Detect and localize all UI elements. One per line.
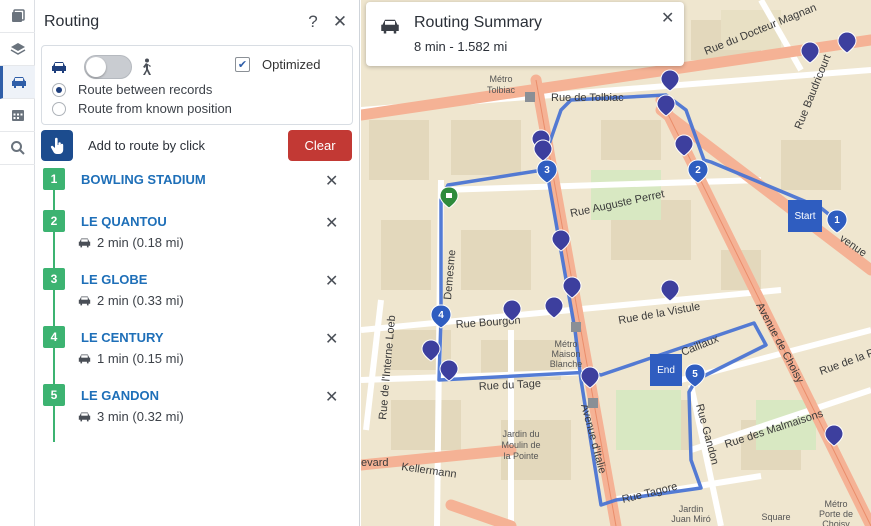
stop-leg-info: 2 min (0.33 mi)	[77, 293, 184, 308]
stop-name-link[interactable]: LE GANDON	[81, 388, 159, 403]
summary-close-icon[interactable]: ✕	[661, 8, 674, 28]
stop-connector	[53, 232, 55, 268]
map-svg[interactable]: Rue de Tolbiac Rue Auguste Perret Rue Bo…	[361, 0, 871, 526]
stop-leg-text: 3 min (0.32 mi)	[97, 409, 184, 424]
stop-name-link[interactable]: LE GLOBE	[81, 272, 147, 287]
toolbar-search-button[interactable]	[0, 132, 35, 165]
stop-connector	[53, 190, 55, 210]
stop-number: 1	[43, 168, 65, 190]
stop-leg-text: 2 min (0.33 mi)	[97, 293, 184, 308]
stop-leg-text: 1 min (0.15 mi)	[97, 351, 184, 366]
stop-leg-info: 2 min (0.18 mi)	[77, 235, 184, 250]
remove-stop-icon[interactable]: ✕	[325, 171, 338, 191]
svg-text:2: 2	[695, 165, 701, 176]
toolbar-layers-button[interactable]	[0, 33, 35, 66]
optimized-checkbox[interactable]: ✔	[235, 57, 250, 72]
stop-connector	[53, 406, 55, 442]
stop-number: 4	[43, 326, 65, 348]
panel-title: Routing	[44, 13, 100, 30]
map-canvas[interactable]: Rue de Tolbiac Rue Auguste Perret Rue Bo…	[361, 0, 871, 526]
end-badge[interactable]: End	[650, 354, 682, 386]
stop-connector	[53, 348, 55, 384]
routing-panel: Routing ? ✕ ✔ Optimized Route between re…	[35, 0, 360, 526]
stop-leg-text: 2 min (0.18 mi)	[97, 235, 184, 250]
close-panel-icon[interactable]: ✕	[330, 12, 350, 32]
help-icon[interactable]: ?	[303, 12, 323, 32]
layers-stack-icon	[11, 9, 25, 22]
toggle-knob	[86, 57, 106, 77]
optimized-label: Optimized	[262, 57, 321, 72]
metro-icon	[571, 322, 581, 332]
car-icon	[78, 412, 91, 422]
car-mode-icon[interactable]	[50, 59, 68, 75]
car-icon	[78, 296, 91, 306]
routing-options: ✔ Optimized Route between records Route …	[41, 45, 353, 125]
remove-stop-icon[interactable]: ✕	[325, 329, 338, 349]
route-stop: 1 BOWLING STADIUM ✕	[35, 168, 360, 210]
add-by-click-button[interactable]	[41, 130, 73, 161]
toolbar-routing-button[interactable]	[0, 66, 35, 99]
metro-icon	[525, 92, 535, 102]
route-stop: 3 LE GLOBE 2 min (0.33 mi) ✕	[35, 268, 360, 326]
car-icon	[78, 238, 91, 248]
route-known-option[interactable]: Route from known position	[52, 101, 232, 116]
route-stop: 5 LE GANDON 3 min (0.32 mi) ✕	[35, 384, 360, 442]
route-stops-list: 1 BOWLING STADIUM ✕ 2 LE QUANTOU 2 min (…	[35, 168, 360, 442]
stop-name-link[interactable]: LE CENTURY	[81, 330, 164, 345]
route-between-option[interactable]: Route between records	[52, 82, 212, 97]
car-icon	[12, 77, 26, 88]
add-by-click-row: Add to route by click Clear	[41, 130, 353, 162]
pointer-hand-icon	[50, 137, 64, 154]
route-known-label: Route from known position	[78, 101, 232, 116]
route-between-label: Route between records	[78, 82, 213, 97]
search-icon	[10, 141, 25, 155]
svg-text:4: 4	[438, 310, 444, 321]
stop-name-link[interactable]: BOWLING STADIUM	[81, 172, 206, 187]
car-icon	[78, 354, 91, 364]
remove-stop-icon[interactable]: ✕	[325, 387, 338, 407]
add-by-click-label: Add to route by click	[88, 138, 206, 153]
stop-connector	[53, 290, 55, 326]
route-stop: 2 LE QUANTOU 2 min (0.18 mi) ✕	[35, 210, 360, 268]
routing-summary-card: Routing Summary 8 min - 1.582 mi ✕	[366, 2, 684, 66]
stop-leg-info: 3 min (0.32 mi)	[77, 409, 184, 424]
summary-subtitle: 8 min - 1.582 mi	[414, 39, 508, 54]
toolbar-schedule-button[interactable]	[0, 99, 35, 132]
street-label-tolbiac: Rue de Tolbiac	[551, 92, 624, 104]
route-stop: 4 LE CENTURY 1 min (0.15 mi) ✕	[35, 326, 360, 384]
stop-number: 5	[43, 384, 65, 406]
place-square: Square	[761, 512, 790, 522]
svg-text:3: 3	[544, 165, 550, 176]
travel-mode-toggle[interactable]	[84, 55, 132, 79]
stop-leg-info: 1 min (0.15 mi)	[77, 351, 184, 366]
clear-button[interactable]: Clear	[288, 130, 352, 161]
street-label-evard: evard	[361, 457, 389, 469]
car-icon	[381, 19, 399, 34]
place-maison-blanche: Métro Maison Blanche	[550, 339, 583, 369]
place-tolbiac-metro: Métro Tolbiac	[487, 74, 516, 95]
stop-number: 3	[43, 268, 65, 290]
app-root: Routing ? ✕ ✔ Optimized Route between re…	[0, 0, 871, 526]
svg-text:5: 5	[692, 369, 698, 380]
route-between-radio[interactable]	[52, 82, 66, 97]
walking-icon[interactable]	[139, 58, 153, 76]
stop-name-link[interactable]: LE QUANTOU	[81, 214, 167, 229]
remove-stop-icon[interactable]: ✕	[325, 213, 338, 233]
remove-stop-icon[interactable]: ✕	[325, 271, 338, 291]
layers-icon	[10, 43, 25, 55]
svg-text:1: 1	[834, 215, 840, 226]
start-badge[interactable]: Start	[788, 200, 822, 232]
calendar-icon	[11, 110, 24, 121]
place-jardin: Jardin du Moulin de la Pointe	[501, 429, 540, 461]
route-known-radio[interactable]	[52, 101, 66, 116]
summary-title: Routing Summary	[414, 14, 543, 31]
panel-header: Routing ? ✕	[35, 0, 359, 44]
metro-icon	[588, 398, 598, 408]
left-toolbar	[0, 0, 35, 526]
toolbar-records-button[interactable]	[0, 0, 35, 33]
stop-number: 2	[43, 210, 65, 232]
